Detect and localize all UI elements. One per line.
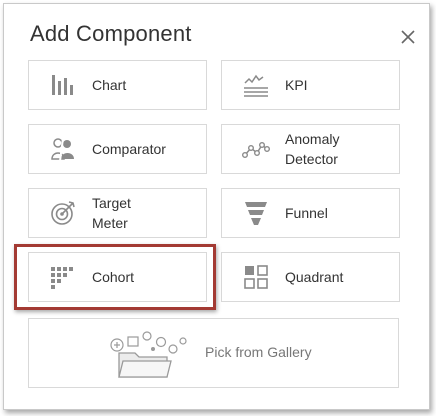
comparator-icon	[49, 135, 77, 163]
dialog-title: Add Component	[30, 21, 192, 46]
bar-chart-icon	[49, 71, 77, 99]
kpi-label: KPI	[285, 77, 308, 93]
kpi-tile[interactable]: KPI	[221, 60, 400, 110]
anomaly-detector-icon	[242, 135, 271, 163]
comparator-tile[interactable]: Comparator	[28, 124, 207, 174]
funnel-tile[interactable]: Funnel	[221, 188, 400, 238]
quadrant-label: Quadrant	[285, 269, 344, 285]
quadrant-icon	[242, 263, 270, 291]
anomaly-detector-label: Anomaly Detector	[285, 131, 340, 167]
target-meter-label: Target Meter	[92, 195, 131, 231]
chart-label: Chart	[92, 77, 127, 93]
close-icon[interactable]	[399, 28, 417, 46]
cohort-highlight-box	[14, 244, 216, 310]
funnel-icon	[242, 199, 270, 227]
comparator-label: Comparator	[92, 141, 166, 157]
target-meter-tile[interactable]: Target Meter	[28, 188, 207, 238]
chart-tile[interactable]: Chart	[28, 60, 207, 110]
funnel-label: Funnel	[285, 205, 328, 221]
quadrant-tile[interactable]: Quadrant	[221, 252, 400, 302]
target-meter-icon	[49, 199, 77, 227]
pick-from-gallery-tile[interactable]: Pick from Gallery	[28, 318, 399, 388]
gallery-folder-icon	[109, 331, 191, 381]
anomaly-detector-tile[interactable]: Anomaly Detector	[221, 124, 400, 174]
pick-from-gallery-label: Pick from Gallery	[205, 344, 312, 360]
kpi-icon	[242, 71, 270, 99]
